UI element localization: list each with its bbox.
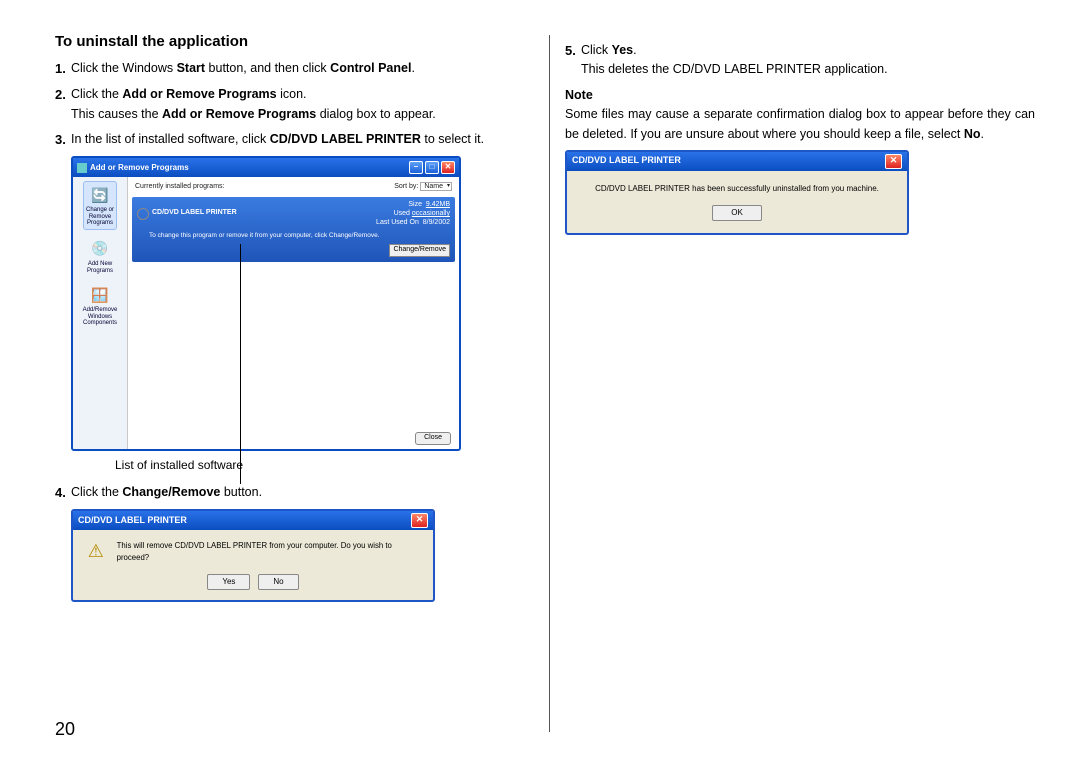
program-description: To change this program or remove it from… — [149, 231, 447, 241]
text-bold: Control Panel — [330, 61, 411, 75]
sidebar-label: Change or Remove Programs — [86, 207, 114, 227]
maximize-button[interactable]: □ — [425, 161, 439, 174]
app-icon — [77, 163, 87, 173]
currently-installed-label: Currently installed programs: — [135, 182, 224, 193]
change-remove-button[interactable]: Change/Remove — [389, 244, 450, 257]
yes-button[interactable]: Yes — [207, 574, 250, 590]
text: Click the Windows — [71, 61, 177, 75]
step-3: 3. In the list of installed software, cl… — [55, 130, 525, 150]
dialog-titlebar: CD/DVD LABEL PRINTER ✕ — [73, 511, 433, 530]
step-number: 5. — [565, 41, 581, 80]
text: button, and then click — [205, 61, 330, 75]
dialog-titlebar: CD/DVD LABEL PRINTER ✕ — [567, 152, 907, 171]
text-bold: Yes — [612, 43, 634, 57]
text: Click the — [71, 87, 122, 101]
text: to select it. — [421, 132, 484, 146]
step-number: 1. — [55, 59, 71, 79]
close-icon[interactable]: ✕ — [885, 154, 902, 169]
step-number: 4. — [55, 483, 71, 503]
change-remove-icon: 🔄 — [89, 184, 111, 206]
add-remove-programs-window: Add or Remove Programs – □ ✕ 🔄 Change or… — [71, 156, 461, 451]
program-list-item-selected[interactable]: CD/DVD LABEL PRINTER Size 9.42MB Used oc… — [132, 197, 455, 262]
step-4: 4. Click the Change/Remove button. — [55, 483, 525, 503]
text-bold: Change/Remove — [122, 485, 220, 499]
sidebar-item-add-new[interactable]: 💿 Add New Programs — [85, 236, 115, 276]
step-number: 2. — [55, 85, 71, 124]
text: This causes the — [71, 107, 162, 121]
text-bold: Add or Remove Programs — [122, 87, 276, 101]
right-column: 5. Click Yes. This deletes the CD/DVD LA… — [565, 30, 1035, 602]
dialog-title: CD/DVD LABEL PRINTER — [78, 514, 187, 528]
text-bold: CD/DVD LABEL PRINTER — [270, 132, 421, 146]
size-value: 9.42MB — [426, 201, 450, 208]
text: icon. — [277, 87, 307, 101]
no-button[interactable]: No — [258, 574, 298, 590]
left-column: To uninstall the application 1. Click th… — [55, 30, 525, 602]
text: Click — [581, 43, 612, 57]
used-label: Used — [394, 210, 410, 217]
sidebar-label: Add/Remove Windows Components — [83, 307, 118, 327]
sidebar-label: Add New Programs — [87, 261, 113, 274]
dialog-text: This will remove CD/DVD LABEL PRINTER fr… — [117, 540, 421, 564]
figure-caption: List of installed software — [115, 456, 525, 475]
confirm-dialog: CD/DVD LABEL PRINTER ✕ ⚠ This will remov… — [71, 509, 435, 602]
text-bold: Start — [177, 61, 205, 75]
text-bold: Add or Remove Programs — [162, 107, 316, 121]
used-value: occasionally — [412, 210, 450, 217]
text: button. — [220, 485, 262, 499]
text: . — [981, 127, 984, 141]
step-1: 1. Click the Windows Start button, and t… — [55, 59, 525, 79]
step-5: 5. Click Yes. This deletes the CD/DVD LA… — [565, 41, 1035, 80]
step-2: 2. Click the Add or Remove Programs icon… — [55, 85, 525, 124]
sidebar: 🔄 Change or Remove Programs 💿 Add New Pr… — [73, 177, 128, 449]
ok-button[interactable]: OK — [712, 205, 762, 221]
close-icon[interactable]: ✕ — [411, 513, 428, 528]
last-used-value: 8/9/2002 — [423, 219, 450, 226]
program-name: CD/DVD LABEL PRINTER — [152, 208, 237, 219]
windows-components-icon: 🪟 — [89, 284, 111, 306]
last-used-label: Last Used On — [376, 219, 419, 226]
text: This deletes the CD/DVD LABEL PRINTER ap… — [581, 60, 1035, 79]
dialog-text: CD/DVD LABEL PRINTER has been successful… — [567, 171, 907, 199]
page-number: 20 — [55, 719, 75, 740]
sidebar-item-change-remove[interactable]: 🔄 Change or Remove Programs — [83, 181, 117, 230]
column-separator — [549, 35, 550, 732]
sort-by-label: Sort by: — [394, 183, 418, 190]
dialog-title: CD/DVD LABEL PRINTER — [572, 154, 681, 168]
text-bold: No — [964, 127, 981, 141]
sort-by-dropdown[interactable]: Name — [420, 182, 452, 191]
note-heading: Note — [565, 86, 1035, 105]
warning-icon: ⚠ — [85, 541, 107, 563]
program-list-area — [132, 264, 455, 428]
callout-line — [240, 244, 241, 484]
text: . — [633, 43, 636, 57]
text: Click the — [71, 485, 122, 499]
window-title: Add or Remove Programs — [90, 162, 189, 174]
text: dialog box to appear. — [316, 107, 436, 121]
close-dialog-button[interactable]: Close — [415, 432, 451, 445]
sidebar-item-windows-components[interactable]: 🪟 Add/Remove Windows Components — [81, 282, 120, 329]
window-titlebar: Add or Remove Programs – □ ✕ — [73, 158, 459, 177]
step-number: 3. — [55, 130, 71, 150]
success-dialog: CD/DVD LABEL PRINTER ✕ CD/DVD LABEL PRIN… — [565, 150, 909, 235]
close-button[interactable]: ✕ — [441, 161, 455, 174]
size-label: Size — [408, 201, 422, 208]
text: In the list of installed software, click — [71, 132, 270, 146]
minimize-button[interactable]: – — [409, 161, 423, 174]
add-new-icon: 💿 — [89, 238, 111, 260]
cd-icon — [137, 208, 149, 220]
text: . — [411, 61, 414, 75]
section-title: To uninstall the application — [55, 30, 525, 53]
